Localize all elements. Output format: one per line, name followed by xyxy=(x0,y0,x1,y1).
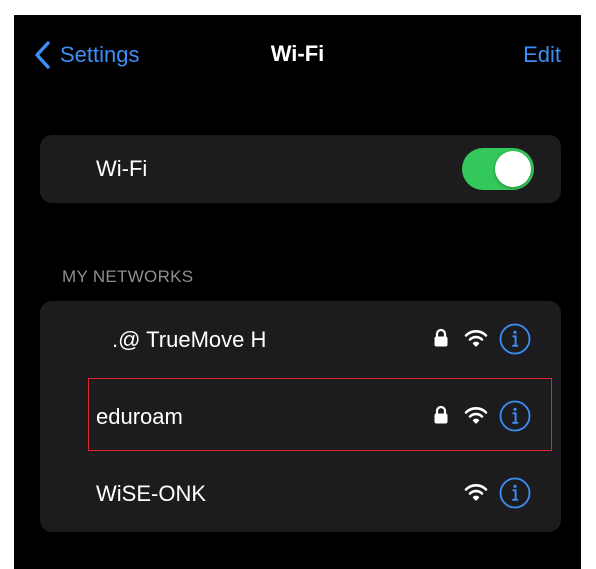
wifi-toggle-label: Wi-Fi xyxy=(96,156,148,181)
network-name: WiSE-ONK xyxy=(96,481,206,506)
info-icon[interactable] xyxy=(499,400,531,432)
network-name: eduroam xyxy=(96,404,183,429)
wifi-settings-screen: Settings Wi-Fi Edit Wi-Fi MY NETWORKS .@… xyxy=(14,15,581,569)
toggle-knob xyxy=(495,151,531,187)
my-networks-list: .@ TrueMove H eduroam WiSE-ONK xyxy=(40,301,561,532)
lock-icon xyxy=(434,405,448,424)
wifi-toggle-switch[interactable] xyxy=(462,148,534,190)
network-row-wise-onk[interactable]: WiSE-ONK xyxy=(40,455,561,532)
wifi-icon xyxy=(464,484,488,501)
network-row-eduroam[interactable]: eduroam xyxy=(40,378,561,455)
wifi-icon xyxy=(464,407,488,424)
network-name: .@ TrueMove H xyxy=(112,327,267,352)
page-title: Wi-Fi xyxy=(270,41,325,66)
info-icon[interactable] xyxy=(499,477,531,509)
network-row-truemove[interactable]: .@ TrueMove H xyxy=(40,301,561,378)
edit-button[interactable]: Edit xyxy=(523,42,561,68)
wifi-icon xyxy=(464,330,488,347)
wifi-toggle-card: Wi-Fi xyxy=(40,135,561,203)
lock-icon xyxy=(434,328,448,347)
section-header-my-networks: MY NETWORKS xyxy=(62,267,194,286)
info-icon[interactable] xyxy=(499,323,531,355)
